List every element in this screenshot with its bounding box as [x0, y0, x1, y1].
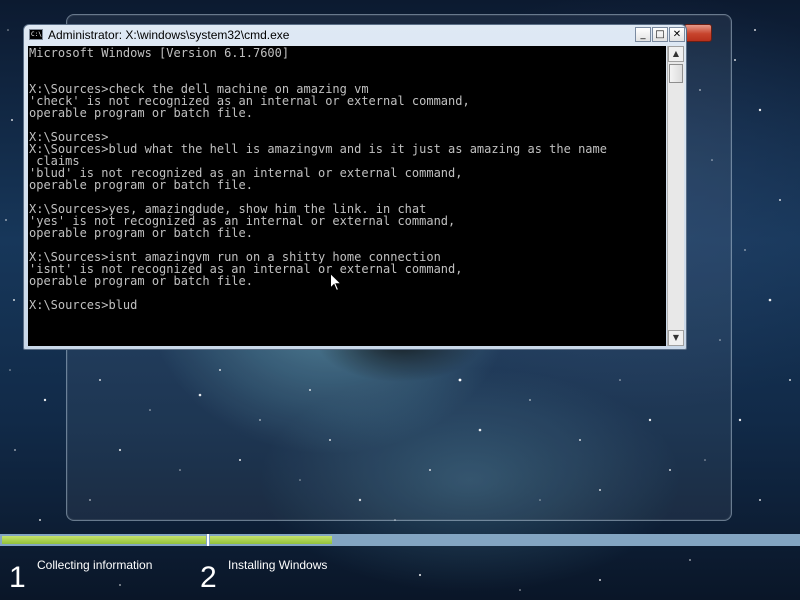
setup-progress-bar: [0, 534, 800, 546]
scroll-up-arrow-icon[interactable]: ▲: [668, 46, 684, 62]
setup-close-button[interactable]: [684, 24, 712, 42]
console-line: operable program or batch file.: [29, 178, 253, 192]
console-line: operable program or batch file.: [29, 106, 253, 120]
progress-divider: [207, 534, 209, 546]
step-number: 1: [9, 561, 26, 594]
step-number: 2: [200, 561, 217, 594]
mouse-pointer-icon: [330, 273, 342, 292]
vertical-scrollbar[interactable]: ▲ ▼: [667, 46, 684, 346]
command-prompt-window[interactable]: C:\ Administrator: X:\windows\system32\c…: [23, 24, 687, 350]
progress-segment-installing: [210, 536, 332, 544]
scroll-down-arrow-icon[interactable]: ▼: [668, 330, 684, 346]
minimize-button[interactable]: _: [635, 27, 651, 42]
console-output[interactable]: Microsoft Windows [Version 6.1.7600] X:\S…: [28, 46, 666, 346]
window-title: Administrator: X:\windows\system32\cmd.e…: [48, 28, 290, 42]
console-line: operable program or batch file.: [29, 274, 253, 288]
console-line: Microsoft Windows [Version 6.1.7600]: [29, 46, 290, 60]
console-line: X:\Sources>blud what the hell is amazing…: [29, 142, 607, 156]
scroll-thumb[interactable]: [669, 64, 683, 83]
console-text: Microsoft Windows [Version 6.1.7600] X:\S…: [29, 47, 607, 311]
console-line: X:\Sources>blud: [29, 298, 138, 312]
maximize-button[interactable]: □: [652, 27, 668, 42]
step-label: Installing Windows: [228, 558, 328, 572]
step-label: Collecting information: [37, 558, 153, 572]
close-button[interactable]: ✕: [669, 27, 685, 42]
progress-segment-collecting: [2, 536, 206, 544]
console-line: operable program or batch file.: [29, 226, 253, 240]
window-titlebar[interactable]: C:\ Administrator: X:\windows\system32\c…: [24, 25, 686, 45]
cmd-icon: C:\: [29, 29, 43, 40]
